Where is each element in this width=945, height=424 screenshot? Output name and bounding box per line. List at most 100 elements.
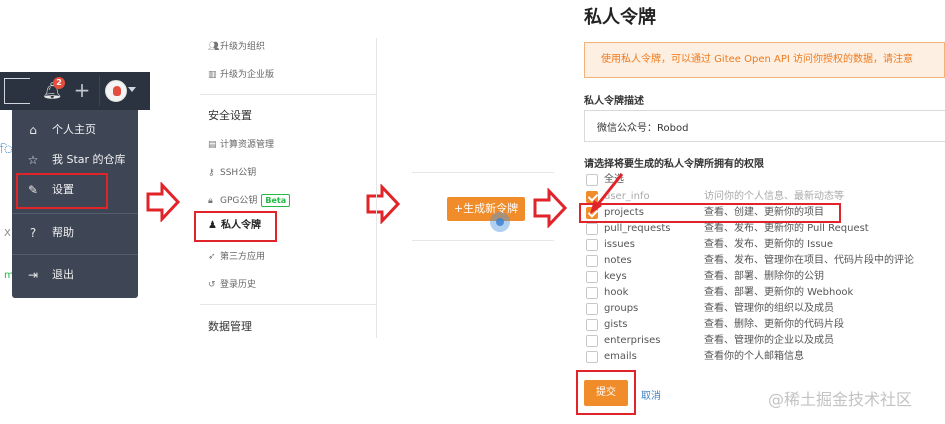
scope-checkbox[interactable] bbox=[586, 271, 598, 283]
menu-item-starred[interactable]: ☆ 我 Star 的仓库 bbox=[12, 145, 138, 175]
scope-name: issues bbox=[604, 239, 635, 250]
sidebar-item-upgrade-org[interactable]: 👥︎升级为组织 bbox=[208, 40, 265, 54]
sidebar-item-third-party[interactable]: ➶ 第三方应用 bbox=[208, 250, 265, 264]
arrow-right-icon bbox=[366, 184, 400, 224]
scope-row[interactable]: gists 查看、删除、更新你的代码片段 bbox=[586, 318, 945, 334]
token-description-input[interactable] bbox=[584, 110, 945, 142]
arrow-right-icon bbox=[533, 188, 567, 228]
scope-description: 查看、发布、更新你的 Issue bbox=[704, 239, 834, 250]
search-input[interactable] bbox=[4, 78, 30, 104]
star-icon: ☆ bbox=[27, 153, 39, 167]
sidebar-item-label: GPG公钥 bbox=[220, 196, 258, 206]
scope-name: emails bbox=[604, 351, 637, 362]
select-all-row[interactable]: 全选 bbox=[586, 173, 945, 189]
cursor-icon bbox=[496, 218, 504, 226]
history-icon: ↺ bbox=[208, 280, 216, 290]
scope-name: hook bbox=[604, 287, 629, 298]
navbar-divider bbox=[99, 76, 100, 106]
scope-checkbox[interactable] bbox=[586, 335, 598, 347]
scope-checkbox[interactable] bbox=[586, 255, 598, 267]
sidebar-item-label: SSH公钥 bbox=[220, 168, 257, 178]
sidebar-divider bbox=[376, 38, 377, 338]
scope-description: 查看、删除、更新你的代码片段 bbox=[704, 319, 844, 330]
page-title: 私人令牌 bbox=[584, 7, 656, 28]
arrow-right-icon bbox=[146, 182, 180, 222]
chevron-down-icon[interactable] bbox=[128, 87, 136, 92]
scope-checkbox[interactable] bbox=[586, 239, 598, 251]
sidebar-item-compute[interactable]: ▤ 计算资源管理 bbox=[208, 138, 274, 152]
scope-description: 访问你的个人信息、最新动态等 bbox=[704, 191, 844, 202]
menu-item-label: 我 Star 的仓库 bbox=[52, 153, 126, 166]
section-divider bbox=[200, 94, 376, 95]
avatar[interactable] bbox=[105, 80, 127, 102]
highlight-box-settings bbox=[16, 173, 108, 209]
menu-item-help[interactable]: ? 帮助 bbox=[12, 218, 138, 248]
scope-name: groups bbox=[604, 303, 639, 314]
sidebar-item-ssh[interactable]: ⚷ SSH公钥 bbox=[208, 166, 256, 180]
permissions-label: 请选择将要生成的私人令牌所拥有的权限 bbox=[584, 159, 764, 170]
building-icon: ▥ bbox=[208, 70, 217, 80]
section-divider bbox=[412, 240, 554, 241]
page-fragment: X bbox=[4, 228, 11, 239]
scope-description: 查看你的个人邮箱信息 bbox=[704, 351, 804, 362]
sidebar-item-label: 第三方应用 bbox=[220, 252, 266, 262]
sidebar-item-gpg[interactable]: 🔒︎ GPG公钥 Beta bbox=[208, 194, 291, 208]
notification-badge: 2 bbox=[53, 77, 65, 89]
scope-row[interactable]: notes 查看、发布、管理你在项目、代码片段中的评论 bbox=[586, 254, 945, 270]
generate-token-button[interactable]: +生成新令牌 bbox=[447, 197, 525, 221]
scope-name: notes bbox=[604, 255, 632, 266]
scope-description: 查看、发布、更新你的 Pull Request bbox=[704, 223, 869, 234]
scope-row[interactable]: pull_requests 查看、发布、更新你的 Pull Request bbox=[586, 222, 945, 238]
scope-row[interactable]: hook 查看、部署、更新你的 Webhook bbox=[586, 286, 945, 302]
sidebar-item-label: 私人令牌 bbox=[221, 220, 261, 231]
scope-name: pull_requests bbox=[604, 223, 671, 234]
sidebar-item-upgrade-enterprise[interactable]: ▥ 升级为企业版 bbox=[208, 68, 274, 82]
scope-checkbox[interactable] bbox=[586, 287, 598, 299]
scope-name: enterprises bbox=[604, 335, 661, 346]
scope-checkbox[interactable] bbox=[586, 223, 598, 235]
menu-item-label: 帮助 bbox=[52, 226, 74, 239]
help-icon: ? bbox=[29, 226, 37, 240]
menu-divider bbox=[12, 213, 138, 214]
scope-description: 查看、部署、更新你的 Webhook bbox=[704, 287, 854, 298]
cancel-link[interactable]: 取消 bbox=[641, 387, 661, 402]
scope-row[interactable]: issues 查看、发布、更新你的 Issue bbox=[586, 238, 945, 254]
menu-item-profile[interactable]: ⌂ 个人主页 bbox=[12, 115, 138, 145]
scope-description: 查看、管理你的企业以及成员 bbox=[704, 335, 834, 346]
pointer-arrow-icon bbox=[590, 173, 624, 214]
scope-checkbox[interactable] bbox=[586, 303, 598, 315]
lock-icon: 🔒︎ bbox=[208, 196, 213, 206]
menu-divider bbox=[12, 254, 138, 255]
scope-row[interactable]: keys 查看、部署、删除你的公钥 bbox=[586, 270, 945, 286]
sidebar-item-tokens[interactable]: ♟ 私人令牌 bbox=[208, 219, 261, 233]
group-icon: 👥︎ bbox=[208, 42, 220, 52]
scope-description: 查看、部署、删除你的公钥 bbox=[704, 271, 824, 282]
submit-button[interactable]: 提交 bbox=[584, 380, 628, 406]
notice-banner: 使用私人令牌，可以通过 Gitee Open API 访问你授权的数据，请注意 bbox=[584, 42, 945, 78]
menu-item-label: 个人主页 bbox=[52, 123, 96, 136]
menu-item-logout[interactable]: ⇥ 退出 bbox=[12, 260, 138, 290]
beta-badge: Beta bbox=[261, 194, 291, 207]
key-icon: ⚷ bbox=[208, 168, 215, 178]
scope-name: gists bbox=[604, 319, 628, 330]
scope-checkbox[interactable] bbox=[586, 351, 598, 363]
watermark: @稀土掘金技术社区 bbox=[768, 390, 913, 409]
user-secret-icon: ♟ bbox=[208, 220, 217, 231]
scope-name: keys bbox=[604, 271, 627, 282]
sidebar-item-login-history[interactable]: ↺ 登录历史 bbox=[208, 278, 256, 292]
rocket-icon: ➶ bbox=[208, 252, 216, 262]
scope-description: 查看、管理你的组织以及成员 bbox=[704, 303, 834, 314]
scope-row[interactable]: enterprises 查看、管理你的企业以及成员 bbox=[586, 334, 945, 350]
home-icon: ⌂ bbox=[29, 123, 37, 137]
scope-row[interactable]: groups 查看、管理你的组织以及成员 bbox=[586, 302, 945, 318]
scope-row[interactable]: emails 查看你的个人邮箱信息 bbox=[586, 350, 945, 366]
scope-description: 查看、发布、管理你在项目、代码片段中的评论 bbox=[704, 255, 914, 266]
section-divider bbox=[412, 172, 554, 173]
plus-icon[interactable]: + bbox=[73, 80, 91, 100]
server-icon: ▤ bbox=[208, 140, 217, 150]
scope-checkbox[interactable] bbox=[586, 319, 598, 331]
token-description-label: 私人令牌描述 bbox=[584, 96, 644, 107]
section-heading-data: 数据管理 bbox=[208, 320, 252, 333]
section-heading-security: 安全设置 bbox=[208, 109, 252, 122]
logout-icon: ⇥ bbox=[27, 268, 39, 282]
